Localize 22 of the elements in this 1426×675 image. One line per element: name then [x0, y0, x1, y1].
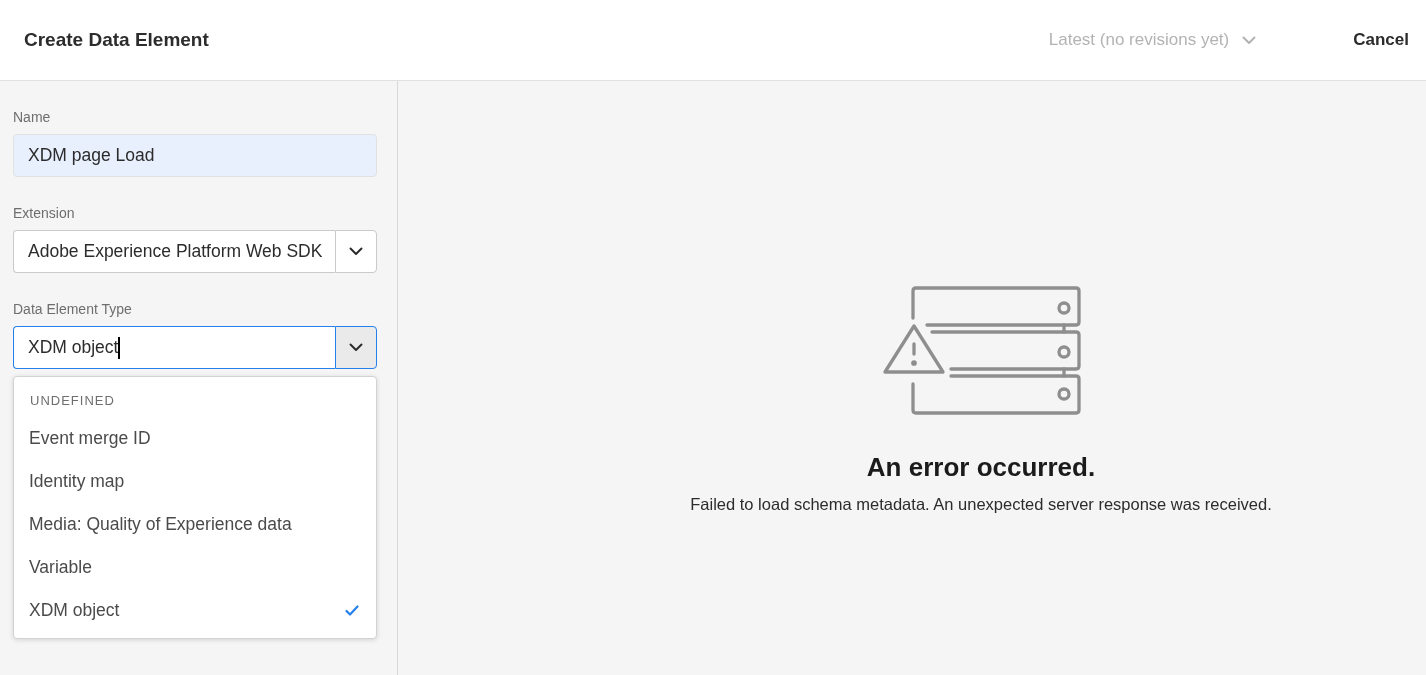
dropdown-button[interactable]	[335, 326, 377, 369]
chevron-down-icon	[1242, 35, 1257, 45]
picker-button[interactable]	[335, 230, 377, 273]
chevron-down-icon	[349, 247, 363, 256]
dropdown-option[interactable]: Event merge ID	[14, 417, 376, 460]
dropdown-option[interactable]: Identity map	[14, 460, 376, 503]
dialog-title: Create Data Element	[24, 28, 209, 52]
text-field[interactable]: XDM page Load	[13, 134, 377, 177]
picker-field[interactable]: Adobe Experience Platform Web SDK	[13, 230, 335, 273]
menu-section-heading: UNDEFINED	[30, 392, 115, 410]
error-title: An error occurred.	[866, 451, 1096, 483]
combobox-field[interactable]: XDM object	[13, 326, 335, 369]
field-label: Name	[13, 108, 51, 126]
cancel-button[interactable]: Cancel	[1353, 25, 1409, 55]
dropdown-option[interactable]: Media: Quality of Experience data	[14, 503, 376, 546]
field-label: Extension	[13, 204, 75, 222]
dropdown-option[interactable]: Variable	[14, 546, 376, 589]
error-message: Failed to load schema metadata. An unexpected server response was received.	[690, 494, 1272, 515]
dropdown-option[interactable]: XDM object	[14, 589, 376, 632]
chevron-down-icon	[349, 343, 363, 352]
text-cursor-icon	[118, 336, 120, 359]
field-label: Data Element Type	[13, 300, 132, 318]
